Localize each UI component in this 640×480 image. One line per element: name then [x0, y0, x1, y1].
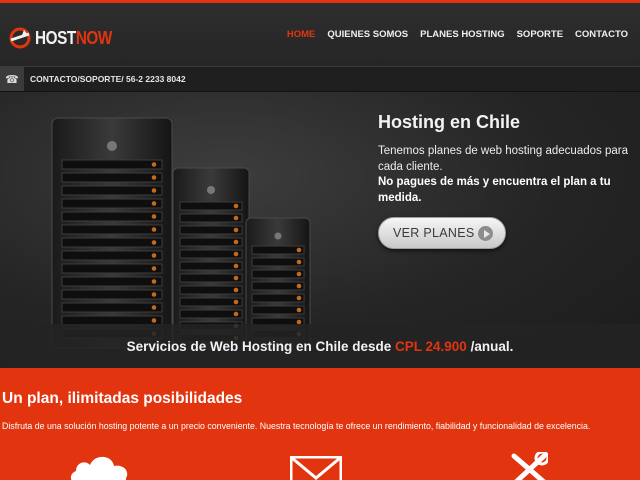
- drive-led: [233, 251, 239, 257]
- drive-led: [233, 275, 239, 281]
- drive-bay: [179, 237, 243, 247]
- drive-led: [233, 287, 239, 293]
- drive-led: [151, 162, 157, 167]
- features-section: Un plan, ilimitadas posibilidades Disfru…: [0, 368, 640, 480]
- drive-bay: [179, 261, 243, 271]
- drive-bay: [61, 237, 163, 248]
- drive-led: [151, 266, 157, 271]
- drive-led: [296, 247, 302, 253]
- arrow-right-icon: [478, 226, 493, 241]
- promo-strip: Servicios de Web Hosting en Chile desde …: [0, 324, 640, 368]
- drive-bay: [179, 285, 243, 295]
- drive-bay: [179, 297, 243, 307]
- hero-strong-text: No pagues de más y encuentra el plan a t…: [378, 176, 611, 204]
- drive-led: [151, 227, 157, 232]
- drive-led: [233, 215, 239, 221]
- drive-led: [233, 239, 239, 245]
- contact-bar: ☎ CONTACTO/SOPORTE/ 56-2 2233 8042: [0, 66, 640, 92]
- cloud-icon: [71, 456, 128, 480]
- nav-quienes-somos[interactable]: QUIENES SOMOS: [321, 29, 414, 40]
- nav-soporte[interactable]: SOPORTE: [511, 29, 569, 40]
- logo[interactable]: HOSTNOW: [8, 25, 126, 51]
- drive-bay: [251, 245, 305, 255]
- contact-text: CONTACTO/SOPORTE/ 56-2 2233 8042: [30, 74, 186, 84]
- drive-led: [296, 259, 302, 265]
- envelope-icon: [290, 456, 342, 480]
- drive-bay: [61, 172, 163, 183]
- drive-led: [233, 311, 239, 317]
- drive-led: [233, 227, 239, 233]
- phone-icon: ☎: [0, 67, 24, 91]
- drive-led: [151, 214, 157, 219]
- drive-bay: [61, 198, 163, 209]
- drive-led: [151, 279, 157, 284]
- drive-led: [151, 175, 157, 180]
- drive-led: [296, 295, 302, 301]
- drive-led: [151, 201, 157, 206]
- ver-planes-button[interactable]: VER PLANES: [378, 217, 506, 249]
- drive-led: [151, 292, 157, 297]
- drive-bay: [251, 257, 305, 267]
- hero-title: Hosting en Chile: [378, 112, 521, 132]
- drive-led: [296, 283, 302, 289]
- feature-title: Un plan, ilimitadas posibilidades: [2, 390, 243, 407]
- drive-led: [296, 307, 302, 313]
- drive-bay: [61, 250, 163, 261]
- drive-bay: [61, 263, 163, 274]
- drive-bay: [251, 281, 305, 291]
- promo-text: Servicios de Web Hosting en Chile desde …: [126, 338, 514, 354]
- drive-bay: [179, 201, 243, 211]
- drive-led: [151, 318, 157, 323]
- drive-bay: [251, 293, 305, 303]
- drive-led: [151, 188, 157, 193]
- drive-bay: [61, 302, 163, 313]
- nav-home[interactable]: HOME: [281, 29, 322, 40]
- nav-planes-hosting[interactable]: PLANES HOSTING: [414, 29, 510, 40]
- hero-text: Tenemos planes de web hosting adecuados …: [378, 145, 628, 173]
- drive-bay: [179, 249, 243, 259]
- hero-banner: Hosting en Chile Tenemos planes de web h…: [0, 92, 640, 368]
- drive-led: [151, 240, 157, 245]
- logo-text: HOSTNOW: [35, 27, 112, 48]
- logo-mark-icon: [9, 27, 31, 49]
- drive-bay: [251, 269, 305, 279]
- feature-text: Disfruta de una solución hosting potente…: [2, 421, 591, 431]
- drive-bay: [61, 276, 163, 287]
- drive-led: [233, 299, 239, 305]
- drive-bay: [61, 159, 163, 170]
- drive-led: [233, 263, 239, 269]
- site-header: HOSTNOW HOME QUIENES SOMOS PLANES HOSTIN…: [0, 0, 640, 66]
- drive-bay: [179, 273, 243, 283]
- drive-bay: [251, 305, 305, 315]
- drive-bay: [179, 309, 243, 319]
- drive-led: [151, 305, 157, 310]
- servers-illustration: [51, 117, 311, 350]
- nav-contacto[interactable]: CONTACTO: [569, 29, 634, 40]
- main-nav: HOME QUIENES SOMOS PLANES HOSTING SOPORT…: [281, 29, 634, 40]
- promo-price: CPL 24.900: [395, 338, 467, 354]
- tools-icon: [511, 452, 548, 480]
- drive-bay: [179, 225, 243, 235]
- drive-bay: [61, 185, 163, 196]
- drive-bay: [61, 289, 163, 300]
- drive-led: [296, 271, 302, 277]
- drive-bay: [61, 224, 163, 235]
- drive-bay: [179, 213, 243, 223]
- drive-led: [233, 203, 239, 209]
- ver-planes-label: VER PLANES: [393, 226, 475, 240]
- drive-led: [151, 253, 157, 258]
- drive-bay: [61, 211, 163, 222]
